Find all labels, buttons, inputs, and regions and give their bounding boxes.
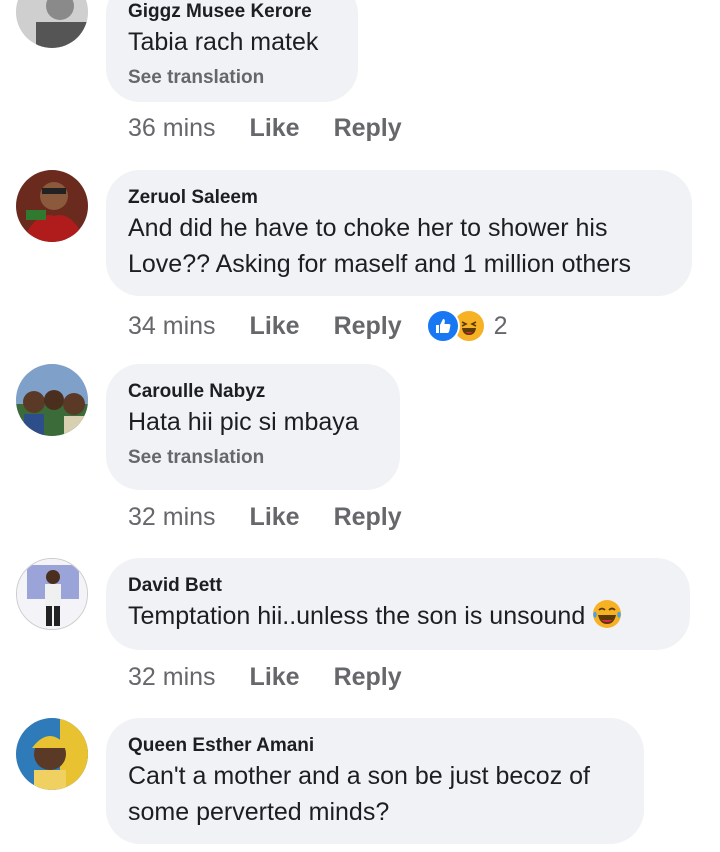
avatar[interactable] bbox=[16, 718, 88, 790]
like-button[interactable]: Like bbox=[250, 663, 300, 692]
see-translation-link[interactable]: See translation bbox=[128, 446, 378, 470]
see-translation-link[interactable]: See translation bbox=[128, 66, 336, 90]
comment-time[interactable]: 32 mins bbox=[128, 503, 216, 532]
like-button[interactable]: Like bbox=[250, 503, 300, 532]
reply-button[interactable]: Reply bbox=[334, 312, 402, 341]
comment-bubble[interactable]: Zeruol Saleem And did he have to choke h… bbox=[106, 170, 692, 296]
comment-author[interactable]: Zeruol Saleem bbox=[128, 186, 670, 210]
comment-text: Tabia rach matek bbox=[128, 28, 319, 56]
comment-author[interactable]: Giggz Musee Kerore bbox=[128, 0, 336, 24]
avatar[interactable] bbox=[16, 558, 88, 630]
comment-author[interactable]: Caroulle Nabyz bbox=[128, 380, 378, 404]
comment-bubble[interactable]: Giggz Musee Kerore Tabia rach matek See … bbox=[106, 0, 358, 102]
comment-bubble[interactable]: David Bett Temptation hii..unless the so… bbox=[106, 558, 690, 650]
reply-button[interactable]: Reply bbox=[334, 114, 402, 143]
comment-time[interactable]: 36 mins bbox=[128, 114, 216, 143]
like-button[interactable]: Like bbox=[250, 312, 300, 341]
comment-text-content: Temptation hii..unless the son is unsoun… bbox=[128, 602, 586, 630]
like-icon bbox=[425, 309, 460, 343]
comment-text-line-2: Love?? Asking for maself and 1 million o… bbox=[128, 250, 632, 278]
reply-button[interactable]: Reply bbox=[334, 503, 402, 532]
comment-text: Temptation hii..unless the son is unsoun… bbox=[128, 598, 668, 634]
comment-text: Hata hii pic si mbaya bbox=[128, 408, 359, 436]
comment-text-line-1: Can't a mother and a son be just becoz o… bbox=[128, 762, 590, 790]
comment-bubble[interactable]: Queen Esther Amani Can't a mother and a … bbox=[106, 718, 644, 844]
comment-author[interactable]: David Bett bbox=[128, 574, 668, 598]
reaction-count: 2 bbox=[493, 311, 508, 340]
comment-author[interactable]: Queen Esther Amani bbox=[128, 734, 622, 758]
comment-text-line-1: And did he have to choke her to shower h… bbox=[128, 214, 608, 242]
reply-button[interactable]: Reply bbox=[334, 663, 402, 692]
reaction-summary[interactable]: 2 bbox=[425, 309, 508, 343]
comment-text-line-2: some perverted minds? bbox=[128, 798, 390, 826]
avatar[interactable] bbox=[16, 364, 88, 436]
comment-actions: 34 mins Like Reply 2 bbox=[128, 309, 508, 343]
comment-actions: 32 mins Like Reply bbox=[128, 663, 436, 692]
comment-time[interactable]: 34 mins bbox=[128, 312, 216, 341]
comment-bubble[interactable]: Caroulle Nabyz Hata hii pic si mbaya See… bbox=[106, 364, 400, 490]
avatar[interactable] bbox=[16, 0, 88, 48]
comment-time[interactable]: 32 mins bbox=[128, 663, 216, 692]
like-button[interactable]: Like bbox=[250, 114, 300, 143]
tears-of-joy-icon bbox=[591, 598, 623, 630]
comment-actions: 32 mins Like Reply bbox=[128, 503, 436, 532]
avatar[interactable] bbox=[16, 170, 88, 242]
comment-actions: 36 mins Like Reply bbox=[128, 114, 436, 143]
